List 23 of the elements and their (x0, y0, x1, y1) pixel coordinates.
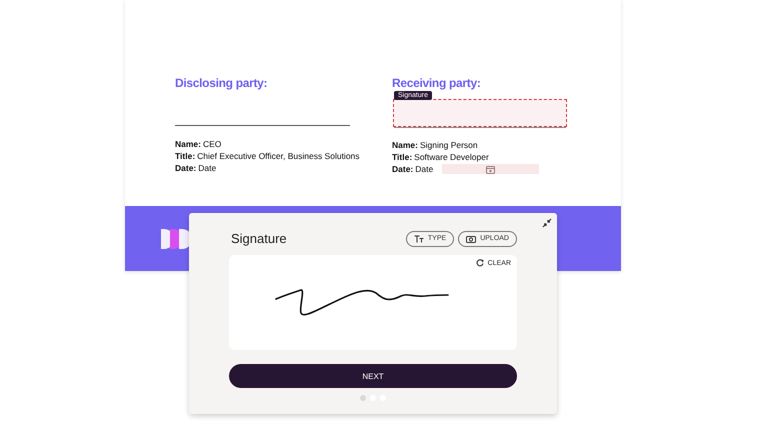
field-label: Date: (175, 162, 196, 174)
field-value: Date (415, 163, 434, 175)
party-heading: Disclosing party: (175, 76, 268, 90)
field-value: Chief Executive Officer, Business Solutions (197, 150, 360, 162)
text-icon (414, 234, 424, 242)
camera-icon (466, 234, 476, 242)
party-heading: Receiving party: (392, 76, 482, 90)
field-label: Name: (175, 138, 201, 150)
dialog-title: Signature (231, 231, 287, 246)
field-value: Signing Person (420, 139, 478, 151)
field-label: Title: (175, 150, 196, 162)
field-value: Software Developer (414, 151, 489, 163)
field-label: Title: (392, 151, 412, 163)
collapse-icon[interactable] (542, 218, 552, 228)
field-label: Name: (392, 139, 418, 151)
field-label: Date: (392, 163, 414, 175)
refresh-icon (476, 259, 484, 267)
date-input[interactable] (442, 164, 540, 174)
field-value: CEO (202, 138, 222, 150)
calendar-icon (486, 164, 496, 174)
next-button[interactable]: NEXT (229, 364, 517, 388)
field-value: Date (198, 162, 216, 174)
signature-field[interactable] (393, 99, 567, 127)
